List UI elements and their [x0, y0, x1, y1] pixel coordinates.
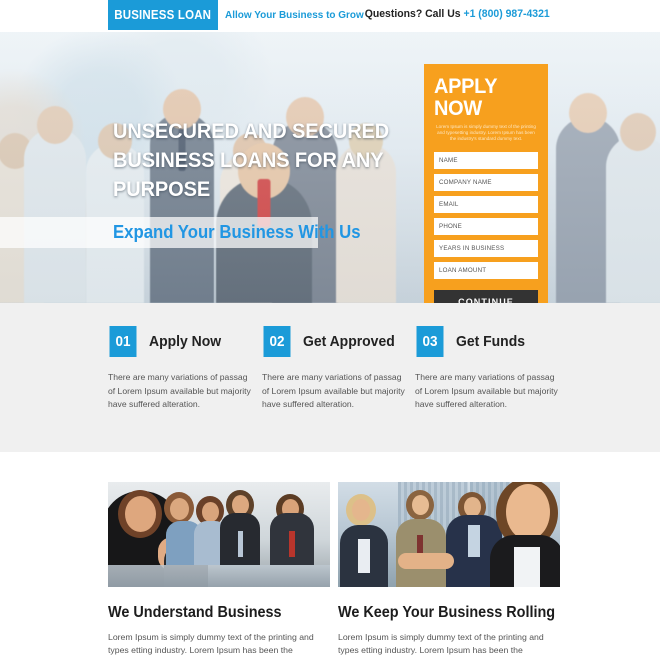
logo-text: BUSINESS LOAN [114, 8, 212, 22]
step-item-3: 03 Get Funds There are many variations o… [415, 325, 567, 412]
hero-copy: UNSECURED AND SECURED BUSINESS LOANS FOR… [0, 32, 430, 303]
step-item-2: 02 Get Approved There are many variation… [262, 325, 414, 412]
continue-button[interactable]: CONTINUE [434, 289, 538, 303]
step-number-3: 03 [416, 325, 444, 357]
card-text-2: Lorem Ipsum is simply dummy text of the … [338, 632, 544, 660]
step-title-2: Get Approved [303, 332, 395, 350]
company-name-input[interactable] [434, 173, 538, 191]
hero-headline: UNSECURED AND SECURED BUSINESS LOANS FOR… [113, 117, 411, 204]
contact-label: Questions? Call Us [364, 8, 464, 20]
email-input[interactable] [434, 195, 538, 213]
content-section: We Understand Business Lorem Ipsum is si… [0, 452, 660, 660]
business-handshake-photo [338, 482, 560, 587]
step-number-2: 02 [263, 325, 291, 357]
content-card-1: We Understand Business Lorem Ipsum is si… [108, 482, 330, 660]
step-number-1: 01 [109, 325, 137, 357]
site-header: BUSINESS LOAN Allow Your Business to Gro… [0, 0, 660, 32]
step-title-1: Apply Now [149, 332, 222, 350]
step-text-1: There are many variations of passag of L… [108, 372, 251, 409]
years-in-business-input[interactable] [434, 239, 538, 257]
header-contact: Questions? Call Us +1 (800) 987-4321 [365, 8, 550, 20]
name-input[interactable] [434, 151, 538, 169]
step-title-3: Get Funds [456, 332, 525, 350]
hero-section: UNSECURED AND SECURED BUSINESS LOANS FOR… [0, 32, 660, 303]
site-logo[interactable]: BUSINESS LOAN [108, 0, 218, 30]
content-card-2: We Keep Your Business Rolling Lorem Ipsu… [338, 482, 560, 660]
card-text-1: Lorem Ipsum is simply dummy text of the … [108, 632, 314, 660]
hero-headline-line-1: UNSECURED AND SECURED [113, 119, 390, 143]
card-title-2: We Keep Your Business Rolling [338, 604, 556, 621]
step-text-3: There are many variations of passag of L… [415, 372, 558, 409]
steps-section: 01 Apply Now There are many variations o… [0, 303, 660, 452]
step-item-1: 01 Apply Now There are many variations o… [108, 325, 260, 412]
phone-input[interactable] [434, 217, 538, 235]
apply-form-title: APPLY NOW [434, 75, 497, 120]
landing-page: BUSINESS LOAN Allow Your Business to Gro… [0, 0, 660, 660]
apply-form-subtitle: Lorem Ipsum is simply dummy text of the … [436, 124, 536, 142]
card-title-1: We Understand Business [108, 604, 282, 621]
phone-number-link[interactable]: +1 (800) 987-4321 [464, 8, 550, 20]
hero-headline-line-2: BUSINESS LOANS FOR ANY PURPOSE [113, 148, 384, 201]
header-tagline: Allow Your Business to Grow [225, 9, 364, 21]
loan-amount-input[interactable] [434, 261, 538, 279]
business-meeting-photo [108, 482, 330, 587]
hero-subheadline: Expand Your Business With Us [113, 222, 361, 242]
step-text-2: There are many variations of passag of L… [262, 372, 405, 409]
apply-now-form: APPLY NOW Lorem Ipsum is simply dummy te… [424, 64, 548, 303]
